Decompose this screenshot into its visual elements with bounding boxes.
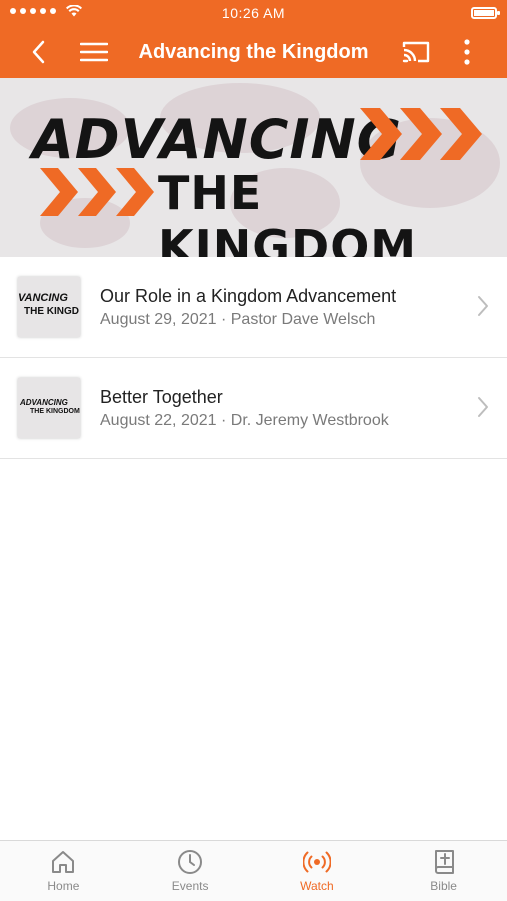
status-bar: 10:26 AM: [0, 0, 507, 26]
list-item[interactable]: ADVANCING THE KINGDOM Better Together Au…: [0, 358, 507, 459]
bible-icon: [434, 850, 454, 874]
sermon-thumbnail: ADVANCING THE KINGDOM: [18, 378, 80, 438]
tab-watch[interactable]: Watch: [254, 841, 381, 901]
banner-title-line2: THE KINGDOM: [158, 166, 418, 257]
banner-title-line1: ADVANCING: [32, 108, 402, 171]
chevron-right-icon: [478, 397, 488, 417]
chevrons-right-icon: [40, 168, 154, 216]
tab-label: Watch: [300, 879, 334, 893]
more-vertical-icon: [464, 39, 470, 65]
home-icon: [52, 851, 75, 873]
sermon-title: Our Role in a Kingdom Advancement: [100, 286, 397, 306]
tab-label: Bible: [430, 879, 457, 893]
cast-icon: [402, 41, 430, 63]
broadcast-icon: [302, 851, 331, 873]
sermon-title: Better Together: [100, 387, 223, 407]
sermon-thumbnail: VANCING THE KINGD: [18, 277, 80, 337]
chevron-right-icon: [478, 296, 488, 316]
more-button[interactable]: [452, 26, 482, 78]
sermon-subtitle: August 29, 2021 · Pastor Dave Welsch: [100, 311, 376, 328]
nav-bar: Advancing the Kingdom: [0, 26, 507, 78]
chevrons-right-icon: [360, 108, 482, 160]
sermon-list: VANCING THE KINGD Our Role in a Kingdom …: [0, 257, 507, 459]
tab-label: Events: [171, 879, 209, 893]
clock-icon: [178, 850, 203, 874]
tab-home[interactable]: Home: [0, 841, 127, 901]
status-time: 10:26 AM: [221, 5, 286, 21]
cast-button[interactable]: [396, 26, 436, 78]
tab-label: Home: [47, 879, 80, 893]
tab-events[interactable]: Events: [127, 841, 254, 901]
tab-bible[interactable]: Bible: [380, 841, 507, 901]
sermon-subtitle: August 22, 2021 · Dr. Jeremy Westbrook: [100, 412, 389, 429]
battery-icon: [471, 7, 500, 19]
tab-bar: Home Events Watch Bible: [0, 840, 507, 901]
series-banner: ADVANCING THE KINGDOM: [0, 78, 507, 257]
list-item[interactable]: VANCING THE KINGD Our Role in a Kingdom …: [0, 257, 507, 358]
